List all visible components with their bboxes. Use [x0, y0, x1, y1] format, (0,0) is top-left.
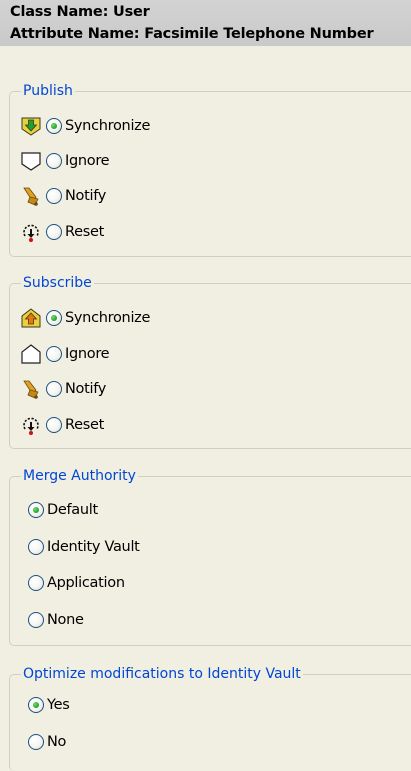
subscribe-legend: Subscribe: [21, 274, 94, 292]
merge-none-label: None: [47, 612, 84, 628]
merge-identity-vault-label: Identity Vault: [47, 539, 140, 555]
notify-bell-icon: [20, 378, 42, 400]
optimize-no-label: No: [47, 734, 67, 750]
publish-notify-radio[interactable]: [46, 188, 62, 204]
optimize-legend: Optimize modifications to Identity Vault: [21, 665, 303, 683]
publish-synchronize-icon: [20, 115, 42, 137]
subscribe-option-ignore[interactable]: Ignore: [20, 342, 110, 366]
publish-ignore-icon: [20, 150, 42, 172]
merge-option-none[interactable]: None: [28, 608, 84, 632]
merge-option-default[interactable]: Default: [28, 498, 98, 522]
merge-default-label: Default: [47, 502, 98, 518]
publish-option-ignore[interactable]: Ignore: [20, 149, 110, 173]
optimize-option-no[interactable]: No: [28, 730, 66, 754]
subscribe-ignore-radio[interactable]: [46, 346, 62, 362]
merge-default-radio[interactable]: [28, 502, 44, 518]
publish-synchronize-label: Synchronize: [65, 118, 151, 134]
publish-synchronize-radio[interactable]: [46, 118, 62, 134]
subscribe-reset-radio[interactable]: [46, 417, 62, 433]
publish-reset-label: Reset: [65, 224, 105, 240]
merge-application-radio[interactable]: [28, 575, 44, 591]
merge-authority-legend: Merge Authority: [21, 467, 138, 485]
subscribe-notify-label: Notify: [65, 381, 107, 397]
optimize-option-yes[interactable]: Yes: [28, 693, 70, 717]
merge-application-label: Application: [47, 575, 125, 591]
subscribe-synchronize-label: Synchronize: [65, 310, 151, 326]
reset-icon: [20, 221, 42, 243]
merge-none-radio[interactable]: [28, 612, 44, 628]
subscribe-synchronize-radio[interactable]: [46, 310, 62, 326]
reset-icon: [20, 414, 42, 436]
subscribe-option-notify[interactable]: Notify: [20, 377, 106, 401]
merge-option-identity-vault[interactable]: Identity Vault: [28, 535, 140, 559]
optimize-yes-label: Yes: [47, 697, 70, 713]
attribute-name-label: Attribute Name: Facsimile Telephone Numb…: [10, 26, 374, 42]
publish-option-notify[interactable]: Notify: [20, 184, 106, 208]
header-bar: Class Name: User Attribute Name: Facsimi…: [0, 0, 411, 46]
publish-ignore-label: Ignore: [65, 153, 110, 169]
merge-authority-group: Merge Authority Default Identity Vault A…: [9, 467, 411, 646]
subscribe-option-reset[interactable]: Reset: [20, 413, 104, 437]
subscribe-reset-label: Reset: [65, 417, 105, 433]
subscribe-synchronize-icon: [20, 307, 42, 329]
notify-bell-icon: [20, 185, 42, 207]
publish-reset-radio[interactable]: [46, 224, 62, 240]
subscribe-notify-radio[interactable]: [46, 381, 62, 397]
publish-option-reset[interactable]: Reset: [20, 220, 104, 244]
publish-group: Publish Synchronize Ignore Notify Reset: [9, 82, 411, 257]
subscribe-option-synchronize[interactable]: Synchronize: [20, 306, 150, 330]
class-name-label: Class Name: User: [10, 4, 150, 20]
publish-option-synchronize[interactable]: Synchronize: [20, 114, 150, 138]
publish-ignore-radio[interactable]: [46, 153, 62, 169]
merge-option-application[interactable]: Application: [28, 571, 125, 595]
publish-legend: Publish: [21, 82, 75, 100]
optimize-no-radio[interactable]: [28, 734, 44, 750]
optimize-yes-radio[interactable]: [28, 697, 44, 713]
publish-notify-label: Notify: [65, 188, 107, 204]
merge-identity-vault-radio[interactable]: [28, 539, 44, 555]
subscribe-group: Subscribe Synchronize Ignore Notify Rese…: [9, 274, 411, 449]
optimize-group: Optimize modifications to Identity Vault…: [9, 665, 411, 771]
subscribe-ignore-label: Ignore: [65, 346, 110, 362]
subscribe-ignore-icon: [20, 343, 42, 365]
